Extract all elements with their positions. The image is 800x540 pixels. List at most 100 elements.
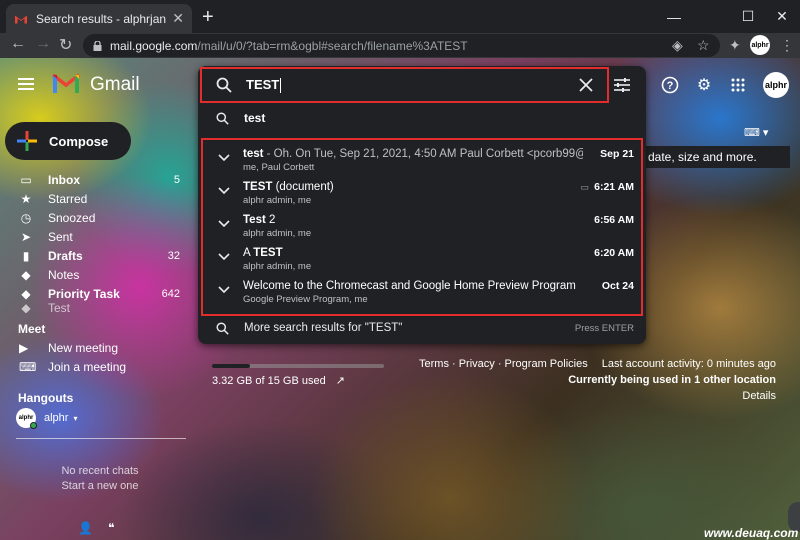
apps-grid-icon[interactable] (728, 75, 748, 95)
contacts-person-icon[interactable]: 👤 (78, 521, 93, 535)
hangouts-heading: Hangouts (18, 391, 74, 405)
sidebar-item-snoozed[interactable]: ◷ Snoozed (0, 208, 190, 227)
keyboard-shortcut-icon[interactable]: ⌨ ▾ (744, 126, 768, 139)
result-sender: alphr admin, me (243, 261, 312, 272)
search-input[interactable]: TEST (200, 67, 609, 103)
lock-icon (93, 40, 102, 51)
attachment-icon: ▭ (580, 182, 589, 192)
extensions-icon[interactable]: ✦ (729, 37, 741, 54)
hangouts-avatar: alphr (16, 408, 37, 429)
search-result-row[interactable]: TEST (document) alphr admin, me ▭ 6:21 A… (203, 175, 641, 208)
result-subject: A TEST (243, 247, 283, 259)
sidebar-divider (16, 438, 186, 439)
browser-tab-bar: Search results - alphrjan@gmail. ✕ + — ☐… (0, 0, 800, 33)
result-date: 6:56 AM (594, 214, 634, 226)
hangouts-user[interactable]: alphr alphr ▾ (16, 408, 77, 429)
search-result-row[interactable]: A TEST alphr admin, me 6:20 AM (203, 241, 641, 274)
forward-icon[interactable]: → (35, 35, 51, 53)
chevron-down-icon (218, 220, 230, 228)
search-result-row[interactable]: Test 2 alphr admin, me 6:56 AM (203, 208, 641, 241)
search-icon[interactable] (216, 77, 232, 93)
inbox-count: 5 (173, 173, 180, 186)
browser-menu-icon[interactable]: ⋮ (780, 37, 794, 54)
view-icon[interactable]: ◈ (672, 37, 683, 54)
join-meeting-link[interactable]: ⌨ Join a meeting (0, 358, 126, 376)
url-path: /mail/u/0/?tab=rm&ogbl#search/filename%3… (197, 38, 468, 53)
browser-profile-avatar[interactable]: alphr (750, 35, 770, 55)
sidebar-item-inbox[interactable]: ▭ Inbox 5 (0, 170, 190, 189)
drafts-count: 32 (167, 249, 180, 262)
chevron-down-icon[interactable]: ▾ (73, 414, 77, 423)
gmail-logo-icon (52, 73, 80, 93)
label-icon: ◆ (21, 267, 31, 282)
sidebar-item-drafts[interactable]: ▮ Drafts 32 (0, 246, 190, 265)
clock-icon: ◷ (20, 210, 32, 225)
browser-tab[interactable]: Search results - alphrjan@gmail. ✕ (6, 4, 192, 33)
minimize-icon[interactable]: — (652, 0, 696, 33)
browser-toolbar: ← → ↻ mail.google.com/mail/u/0/?tab=rm&o… (0, 33, 800, 58)
help-icon[interactable]: ? (660, 75, 680, 95)
gmail-app: Gmail ? ⚙ alphr Compose ▭ Inbox 5 ★ Star… (0, 58, 800, 540)
result-sender: alphr admin, me (243, 195, 312, 206)
chevron-down-icon (218, 286, 230, 294)
new-tab-button[interactable]: + (202, 6, 214, 29)
advanced-search-banner: date, size and more. (646, 146, 790, 168)
hangouts-quote-icon[interactable]: ❝ (108, 521, 114, 535)
chevron-down-icon (218, 187, 230, 195)
storage-usage: 3.32 GB of 15 GB used ↗ (212, 374, 345, 388)
result-subject: Test 2 (243, 214, 276, 226)
back-icon[interactable]: ← (10, 35, 26, 53)
sidebar-item-test[interactable]: ◆ Test (0, 303, 190, 313)
sidebar-item-starred[interactable]: ★ Starred (0, 189, 190, 208)
result-subject: TEST (document) (243, 181, 334, 193)
close-tab-icon[interactable]: ✕ (172, 10, 184, 27)
reload-icon[interactable]: ↻ (59, 35, 72, 55)
sidebar-nav: ▭ Inbox 5 ★ Starred ◷ Snoozed ➤ Sent ▮ D… (0, 170, 190, 314)
result-snippet: - Oh. On Tue, Sep 21, 2021, 4:50 AM Paul… (266, 148, 583, 160)
clear-search-icon[interactable] (579, 78, 593, 92)
bookmark-star-icon[interactable]: ☆ (697, 37, 710, 54)
settings-gear-icon[interactable]: ⚙ (694, 75, 714, 95)
online-status-dot (30, 422, 37, 429)
start-new-chat-link[interactable]: Start a new one (40, 479, 160, 494)
search-suggestion[interactable]: test (200, 108, 640, 128)
search-results-list: test - Oh. On Tue, Sep 21, 2021, 4:50 AM… (201, 138, 643, 316)
storage-bar-fill (212, 364, 250, 368)
gmail-brand: Gmail (90, 74, 140, 95)
address-bar[interactable]: mail.google.com/mail/u/0/?tab=rm&ogbl#se… (83, 34, 720, 57)
compose-label: Compose (49, 133, 109, 149)
svg-text:?: ? (667, 80, 674, 92)
search-result-row[interactable]: Welcome to the Chromecast and Google Hom… (203, 274, 641, 307)
result-subject: test - Oh. On Tue, Sep 21, 2021, 4:50 AM… (243, 148, 583, 160)
footer-links[interactable]: Terms · Privacy · Program Policies (419, 358, 588, 370)
result-date: Sep 21 (600, 148, 634, 160)
search-result-row[interactable]: test - Oh. On Tue, Sep 21, 2021, 4:50 AM… (203, 142, 641, 175)
details-link[interactable]: Details (742, 390, 776, 402)
no-recent-chats: No recent chats Start a new one (40, 464, 160, 494)
result-subject: Welcome to the Chromecast and Google Hom… (243, 280, 576, 292)
compose-button[interactable]: Compose (5, 122, 131, 160)
result-date: Oct 24 (601, 280, 634, 292)
new-meeting-link[interactable]: ▶ New meeting (0, 339, 118, 357)
account-avatar[interactable]: alphr (763, 72, 789, 98)
gmail-favicon-icon (15, 15, 27, 23)
storage-bar (212, 364, 384, 368)
more-search-results[interactable]: More search results for "TEST" Press ENT… (200, 318, 640, 338)
sidebar-item-sent[interactable]: ➤ Sent (0, 227, 190, 246)
search-options-icon[interactable] (613, 76, 631, 94)
star-icon: ★ (20, 191, 32, 206)
label-icon: ◆ (21, 303, 31, 313)
sidebar-item-priority-task[interactable]: ◆ Priority Task 642 (0, 284, 190, 303)
tab-title: Search results - alphrjan@gmail. (36, 11, 167, 26)
sidebar-item-notes[interactable]: ◆ Notes (0, 265, 190, 284)
send-icon: ➤ (20, 229, 32, 244)
result-sender: me, Paul Corbett (243, 162, 315, 173)
meet-heading: Meet (18, 322, 46, 336)
search-icon (216, 321, 229, 335)
close-window-icon[interactable]: ✕ (760, 0, 800, 33)
external-link-icon[interactable]: ↗ (336, 374, 345, 387)
main-menu-icon[interactable] (18, 78, 34, 90)
url-host: mail.google.com (110, 38, 198, 53)
current-location: Currently being used in 1 other location (568, 374, 776, 386)
watermark: www.deuaq.com (704, 526, 799, 540)
